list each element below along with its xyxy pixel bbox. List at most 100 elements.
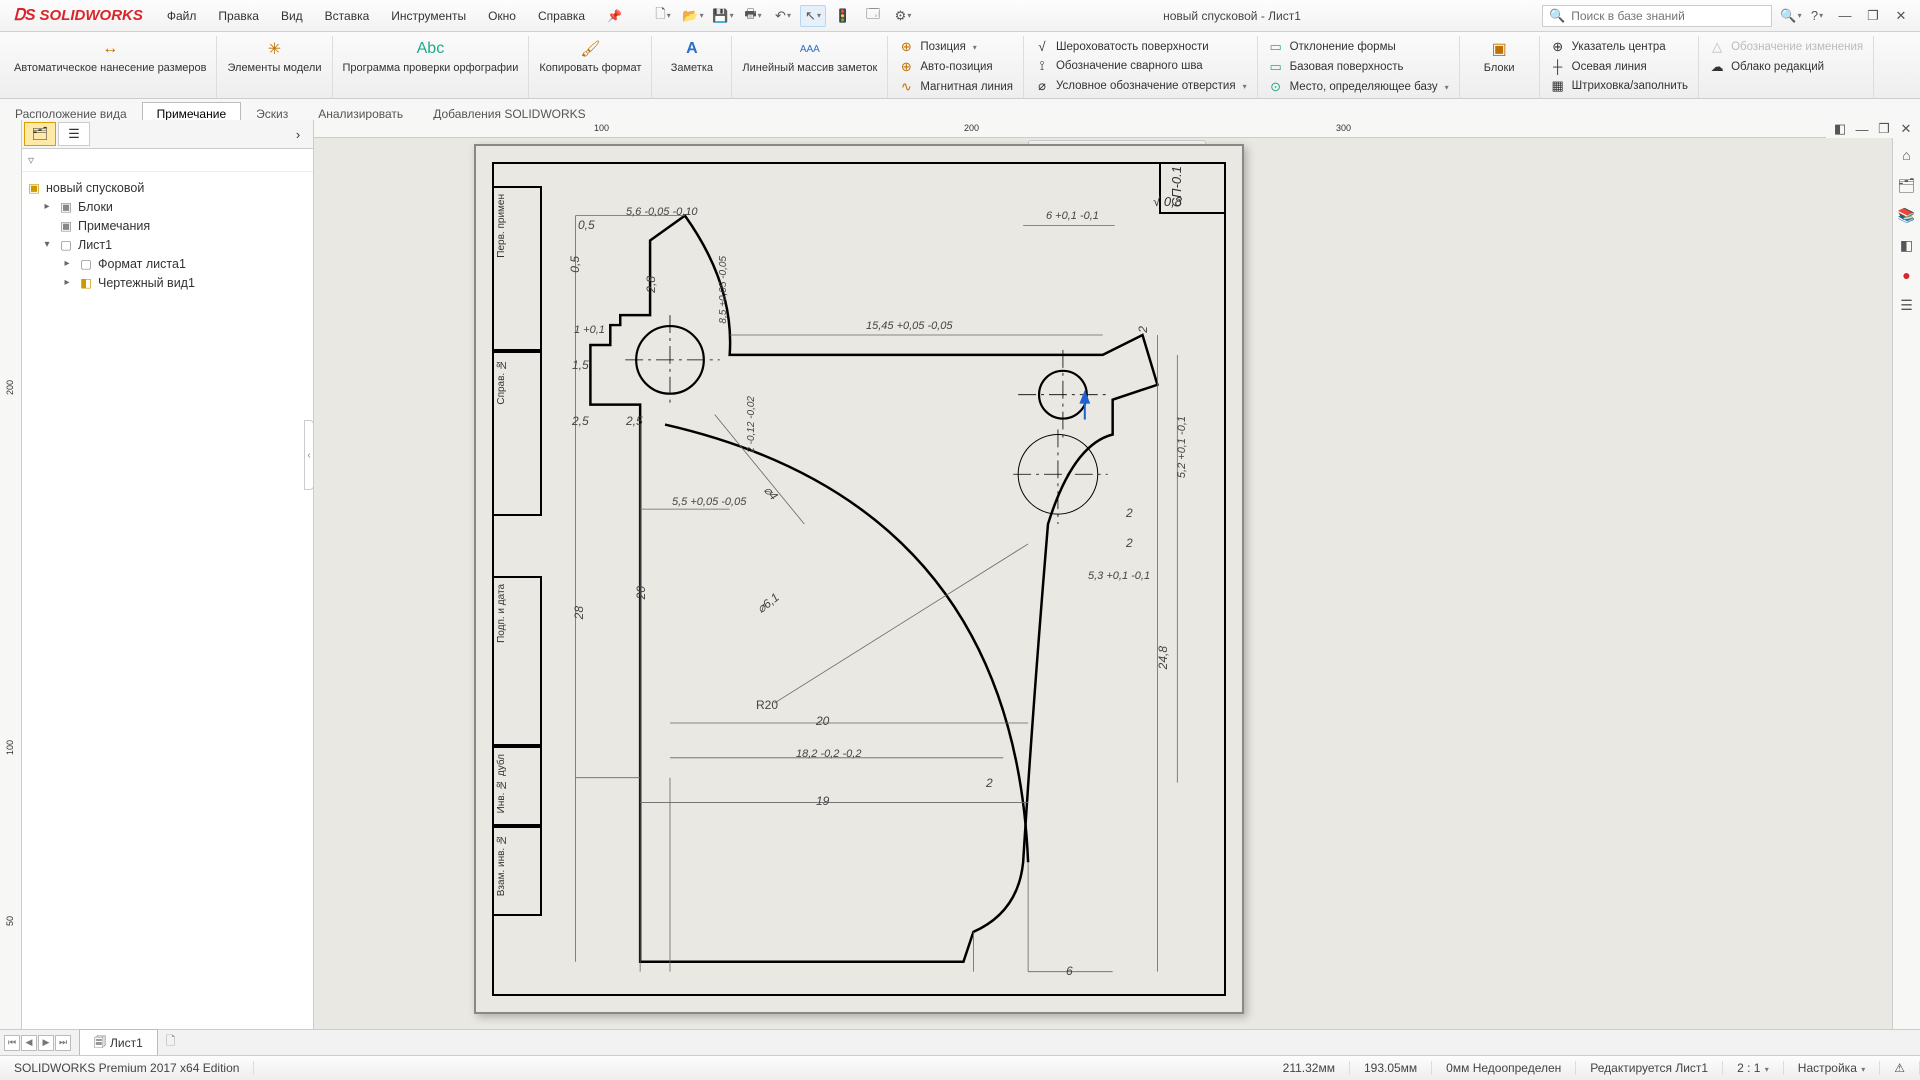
dim-5-3[interactable]: 5,3 +0,1 -0,1 xyxy=(1088,570,1150,582)
status-custom[interactable]: Настройка ▾ xyxy=(1784,1061,1880,1075)
rb-surface-finish[interactable]: √Шероховатость поверхности xyxy=(1032,38,1249,55)
dim-0-5b[interactable]: 0,5 xyxy=(568,256,582,273)
rb-center-mark[interactable]: ⊕Указатель центра xyxy=(1548,38,1690,56)
rb-note-pattern[interactable]: AAAЛинейный массив заметок xyxy=(732,36,888,98)
status-scale[interactable]: 2 : 1 ▾ xyxy=(1723,1061,1784,1075)
dim-2b[interactable]: 2 xyxy=(1136,326,1150,333)
menu-help[interactable]: Справка xyxy=(528,5,595,27)
dim-1[interactable]: 1 +0,1 xyxy=(574,324,605,336)
tp-library-icon[interactable]: 📚 xyxy=(1896,204,1918,226)
dim-20v[interactable]: 20 xyxy=(634,586,648,599)
side-tab-tree-icon[interactable]: 🗂 xyxy=(24,122,56,146)
panel-collapse-handle[interactable]: ‹ xyxy=(304,420,314,490)
dim-6[interactable]: 6 +0,1 -0,1 xyxy=(1046,210,1099,222)
rb-revision-cloud[interactable]: ☁Облако редакций xyxy=(1707,58,1865,76)
dim-8-5[interactable]: 8,5 +0,05 -0,05 xyxy=(718,256,729,324)
search-go-button[interactable]: 🔍▾ xyxy=(1778,5,1804,27)
dim-19[interactable]: 19 xyxy=(816,794,829,808)
dim-2a[interactable]: 2 -0,12 -0,02 xyxy=(746,396,757,453)
status-alert-icon[interactable]: ⚠ xyxy=(1880,1061,1920,1075)
new-button[interactable]: 🗋▾ xyxy=(650,5,676,27)
tree-filter[interactable]: ▿ xyxy=(22,149,313,172)
help-button[interactable]: ?▾ xyxy=(1804,5,1830,27)
rb-area-hatch[interactable]: ▦Штриховка/заполнить xyxy=(1548,77,1690,95)
tree-sheet1[interactable]: ▾▢Лист1 xyxy=(26,235,309,254)
menu-window[interactable]: Окно xyxy=(478,5,526,27)
rb-note[interactable]: AЗаметка xyxy=(652,36,732,98)
rb-auto-balloon[interactable]: ⊕Авто-позиция xyxy=(896,58,1015,76)
dim-6h[interactable]: 6 xyxy=(1066,964,1073,978)
rebuild-button[interactable]: 🚦 xyxy=(830,5,856,27)
rb-model-items[interactable]: ✳Элементы модели xyxy=(217,36,332,98)
restore-button[interactable]: ❐ xyxy=(1860,5,1886,27)
tree-root[interactable]: ▣новый спусковой xyxy=(26,178,309,197)
save-button[interactable]: 💾▾ xyxy=(710,5,736,27)
sheet-nav-first-icon[interactable]: ⏮ xyxy=(4,1035,20,1051)
rb-hole-callout[interactable]: ⌀Условное обозначение отверстия▾ xyxy=(1032,77,1249,95)
menu-edit[interactable]: Правка xyxy=(208,5,269,27)
rb-geometric-tol[interactable]: ▭Отклонение формы xyxy=(1266,38,1451,56)
tp-palette-icon[interactable]: ◧ xyxy=(1896,234,1918,256)
doc-min-icon[interactable]: — xyxy=(1852,121,1872,137)
dim-24-8[interactable]: 24,8 xyxy=(1156,646,1170,669)
rb-centerline[interactable]: ┼Осевая линия xyxy=(1548,58,1690,75)
kb-search[interactable]: 🔍 xyxy=(1542,5,1772,27)
sheet-nav-last-icon[interactable]: ⏭ xyxy=(55,1035,71,1051)
tree-annotations[interactable]: ▣Примечания xyxy=(26,216,309,235)
undo-button[interactable]: ↶▾ xyxy=(770,5,796,27)
tree-blocks[interactable]: ▸▣Блоки xyxy=(26,197,309,216)
rb-datum-target[interactable]: ⊙Место, определяющее базу▾ xyxy=(1266,78,1451,96)
minimize-button[interactable]: — xyxy=(1832,5,1858,27)
dim-15-45[interactable]: 15,45 +0,05 -0,05 xyxy=(866,320,953,332)
select-button[interactable]: ↖▾ xyxy=(800,5,826,27)
dim-2-8[interactable]: 2,8 xyxy=(644,276,658,293)
tp-home-icon[interactable]: ⌂ xyxy=(1896,144,1918,166)
rb-format-painter[interactable]: 🖌Копировать формат xyxy=(529,36,652,98)
close-button[interactable]: ✕ xyxy=(1888,5,1914,27)
dim-5-2[interactable]: 5,2 +0,1 -0,1 xyxy=(1176,416,1188,478)
rb-spellcheck[interactable]: AbcПрограмма проверки орфографии xyxy=(333,36,530,98)
menu-tools[interactable]: Инструменты xyxy=(381,5,476,27)
sheet-nav-prev-icon[interactable]: ◀ xyxy=(21,1035,37,1051)
dim-2e[interactable]: 2 xyxy=(986,776,993,790)
rb-auto-dimension[interactable]: ↔Автоматическое нанесение размеров xyxy=(4,36,217,98)
side-expand-icon[interactable]: › xyxy=(287,122,309,146)
dim-2-5a[interactable]: 2,5 xyxy=(572,414,589,428)
open-button[interactable]: 📂▾ xyxy=(680,5,706,27)
tree-drawing-view1[interactable]: ▸◧Чертежный вид1 xyxy=(26,273,309,292)
dim-5-5[interactable]: 5,5 +0,05 -0,05 xyxy=(672,496,746,508)
add-sheet-icon[interactable]: 🗋 xyxy=(158,1032,184,1053)
doc-max-icon[interactable]: ❐ xyxy=(1874,121,1894,137)
dim-2c[interactable]: 2 xyxy=(1126,506,1133,520)
tree-sheet-format[interactable]: ▸▢Формат листа1 xyxy=(26,254,309,273)
menu-pin-icon[interactable]: 📌 xyxy=(597,5,632,27)
print-button[interactable]: 🖶▾ xyxy=(740,5,766,27)
rb-balloon[interactable]: ⊕Позиция▾ xyxy=(896,38,1015,56)
settings-button[interactable]: ⚙▾ xyxy=(890,5,916,27)
doc-popout-icon[interactable]: ◧ xyxy=(1830,121,1850,137)
kb-search-input[interactable] xyxy=(1571,9,1771,23)
dim-2-5b[interactable]: 2,5 xyxy=(626,414,643,428)
drawing-canvas[interactable]: 100 200 300 ◧ — ❐ ✕ 🔍 ⤢ ⟲ ◐ ◧ 👁 🎨 ⌂ 🗂 📚 … xyxy=(314,120,1920,1044)
side-tab-prop-icon[interactable]: ☰ xyxy=(58,122,90,146)
menu-insert[interactable]: Вставка xyxy=(315,5,380,27)
rb-datum-feature[interactable]: ▭Базовая поверхность xyxy=(1266,58,1451,76)
options-button[interactable]: 🗔 xyxy=(860,5,886,27)
menu-view[interactable]: Вид xyxy=(271,5,313,27)
rb-magnetic-line[interactable]: ∿Магнитная линия xyxy=(896,78,1015,96)
tp-properties-icon[interactable]: ☰ xyxy=(1896,294,1918,316)
doc-close-icon[interactable]: ✕ xyxy=(1896,121,1916,137)
tp-appearances-icon[interactable]: ● xyxy=(1896,264,1918,286)
dim-18-2[interactable]: 18,2 -0,2 -0,2 xyxy=(796,748,861,760)
dim-r20[interactable]: R20 xyxy=(756,698,778,712)
dim-0-5[interactable]: 0,5 xyxy=(578,218,595,232)
dim-5-6[interactable]: 5,6 -0,05 -0,10 xyxy=(626,206,698,218)
rb-weld-symbol[interactable]: ⟟Обозначение сварного шва xyxy=(1032,57,1249,75)
dim-20h[interactable]: 20 xyxy=(816,714,829,728)
sheet-tab-1[interactable]: 🗐Лист1 xyxy=(79,1029,158,1057)
dim-28[interactable]: 28 xyxy=(572,606,586,619)
dim-2d[interactable]: 2 xyxy=(1126,536,1133,550)
dim-1-5[interactable]: 1,5 xyxy=(572,358,589,372)
rb-blocks[interactable]: ▣Блоки xyxy=(1460,36,1540,98)
sheet-nav-next-icon[interactable]: ▶ xyxy=(38,1035,54,1051)
